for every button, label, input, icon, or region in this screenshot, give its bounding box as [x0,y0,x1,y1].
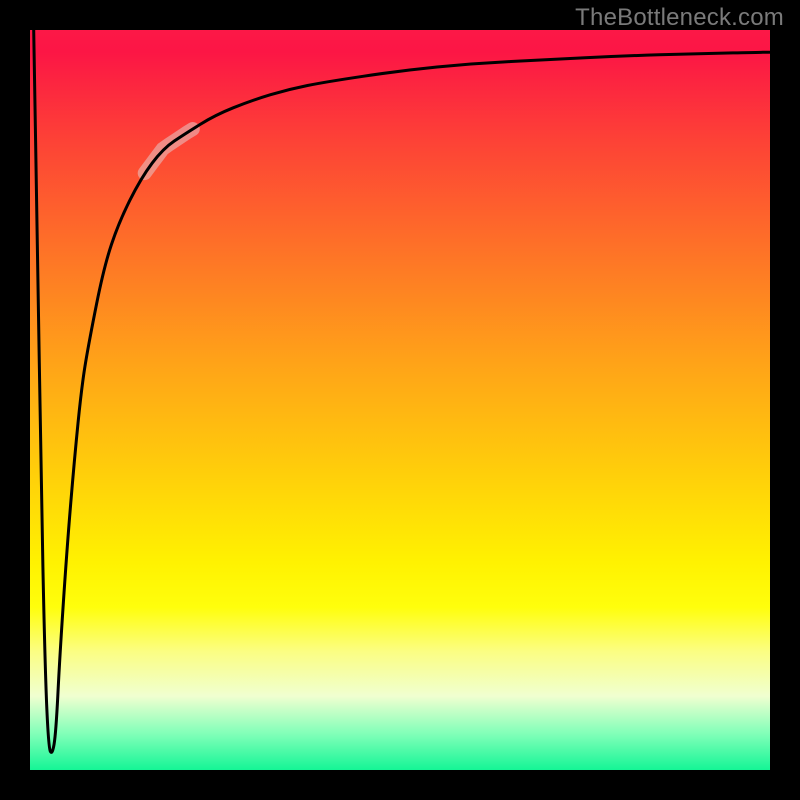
curve-svg [30,30,770,770]
curve-highlight [145,129,193,173]
chart-frame: TheBottleneck.com [0,0,800,800]
bottleneck-curve [34,30,770,752]
watermark-text: TheBottleneck.com [575,4,784,32]
plot-area [30,30,770,770]
